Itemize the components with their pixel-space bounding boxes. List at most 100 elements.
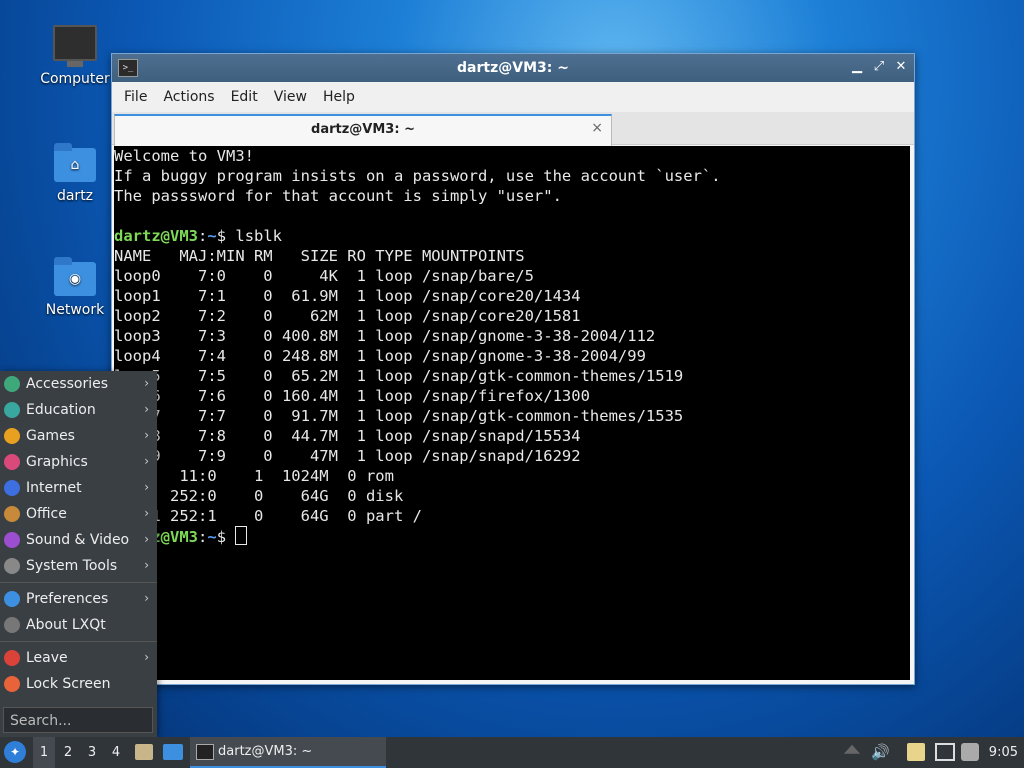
menu-item-label: Lock Screen bbox=[26, 676, 111, 692]
desktop-icon-network[interactable]: ◉ Network bbox=[35, 257, 115, 318]
menu-item-leave[interactable]: Leave › bbox=[0, 645, 157, 671]
menu-separator bbox=[0, 641, 157, 642]
taskbar-app-label: dartz@VM3: ~ bbox=[218, 744, 313, 759]
menu-item-internet[interactable]: Internet › bbox=[0, 475, 157, 501]
menu-item-lock-screen[interactable]: Lock Screen bbox=[0, 671, 157, 697]
clock[interactable]: 9:05 bbox=[989, 745, 1018, 760]
prompt-path: ~ bbox=[207, 528, 217, 546]
menu-item-label: Graphics bbox=[26, 454, 88, 470]
prompt-end: $ bbox=[216, 227, 236, 245]
workspace-3[interactable]: 3 bbox=[81, 737, 103, 768]
lsblk-row: l 5 7:5 0 65.2M 1 loop /snap/gtk-common-… bbox=[114, 367, 684, 385]
internet-icon bbox=[4, 480, 20, 496]
show-desktop-icon[interactable] bbox=[163, 744, 183, 760]
lsblk-row: 8 7:8 0 44.7M 1 loop /snap/snapd/15534 bbox=[114, 427, 581, 445]
network-icon[interactable] bbox=[935, 743, 955, 761]
workspace-2[interactable]: 2 bbox=[57, 737, 79, 768]
tab-terminal[interactable]: dartz@VM3: ~ × bbox=[114, 114, 612, 146]
prompt-line: dartz@VM3:~$ bbox=[114, 526, 910, 546]
chevron-right-icon: › bbox=[144, 454, 149, 468]
games-icon bbox=[4, 428, 20, 444]
menu-item-accessories[interactable]: Accessories › bbox=[0, 371, 157, 397]
menu-help[interactable]: Help bbox=[315, 89, 363, 105]
file-manager-icon[interactable] bbox=[135, 744, 153, 760]
lsblk-row: 6 7:6 0 160.4M 1 loop /snap/firefox/1300 bbox=[114, 387, 590, 405]
menu-item-office[interactable]: Office › bbox=[0, 501, 157, 527]
menu-actions[interactable]: Actions bbox=[155, 89, 222, 105]
volume-icon[interactable]: 🔊 bbox=[871, 743, 890, 761]
minimize-icon[interactable]: ▁ bbox=[850, 58, 864, 76]
menu-file[interactable]: File bbox=[116, 89, 155, 105]
leave-icon bbox=[4, 650, 20, 666]
tab-label: dartz@VM3: ~ bbox=[311, 122, 415, 137]
menu-item-label: Office bbox=[26, 506, 67, 522]
lock-screen-icon bbox=[4, 676, 20, 692]
home-folder-icon: ⌂ bbox=[54, 143, 96, 182]
menu-item-label: Internet bbox=[26, 480, 82, 496]
prompt-end: $ bbox=[216, 528, 236, 546]
accessories-icon bbox=[4, 376, 20, 392]
desktop-icon-computer[interactable]: Computer bbox=[35, 25, 115, 87]
prompt-user: dartz@VM3 bbox=[114, 227, 198, 245]
command-text: lsblk bbox=[235, 227, 283, 245]
menu-view[interactable]: View bbox=[266, 89, 315, 105]
terminal-window: >_ dartz@VM3: ~ ▁ ⤢ ✕ File Actions Edit … bbox=[111, 53, 915, 685]
prompt-path: ~ bbox=[207, 227, 217, 245]
lsblk-row: loop1 7:1 0 61.9M 1 loop /snap/core20/14… bbox=[114, 287, 581, 305]
chevron-right-icon: › bbox=[144, 506, 149, 520]
menu-search-input[interactable]: Search... bbox=[3, 707, 153, 733]
menu-item-label: Education bbox=[26, 402, 96, 418]
taskbar-app-terminal[interactable]: dartz@VM3: ~ bbox=[190, 737, 386, 768]
terminal-cursor bbox=[235, 526, 248, 545]
start-menu-button[interactable]: ✦ bbox=[4, 741, 26, 763]
desktop-icon-label: Network bbox=[45, 302, 105, 318]
chevron-right-icon: › bbox=[144, 376, 149, 390]
computer-icon bbox=[53, 25, 97, 67]
chevron-right-icon: › bbox=[144, 650, 149, 664]
tab-close-icon[interactable]: × bbox=[591, 120, 603, 136]
eject-icon[interactable] bbox=[843, 744, 861, 754]
tab-bar: dartz@VM3: ~ × bbox=[112, 112, 914, 146]
clipboard-icon[interactable] bbox=[907, 743, 925, 761]
close-icon[interactable]: ✕ bbox=[894, 58, 908, 76]
lsblk-row: a1 252:1 0 64G 0 part / bbox=[114, 507, 422, 525]
sound-video-icon bbox=[4, 532, 20, 548]
graphics-icon bbox=[4, 454, 20, 470]
menu-item-about-lxqt[interactable]: About LXQt bbox=[0, 612, 157, 638]
terminal-icon bbox=[196, 744, 214, 760]
menu-item-education[interactable]: Education › bbox=[0, 397, 157, 423]
network-folder-icon: ◉ bbox=[54, 257, 96, 296]
lsblk-row: 11:0 1 1024M 0 rom bbox=[114, 467, 394, 485]
desktop-icon-dartz[interactable]: ⌂ dartz bbox=[35, 143, 115, 204]
workspace-1[interactable]: 1 bbox=[33, 737, 55, 768]
menu-item-preferences[interactable]: Preferences › bbox=[0, 586, 157, 612]
chevron-right-icon: › bbox=[144, 402, 149, 416]
notification-icon[interactable] bbox=[961, 743, 979, 761]
menu-item-system-tools[interactable]: System Tools › bbox=[0, 553, 157, 579]
window-titlebar[interactable]: >_ dartz@VM3: ~ ▁ ⤢ ✕ bbox=[112, 54, 914, 82]
menu-item-label: Accessories bbox=[26, 376, 109, 392]
chevron-right-icon: › bbox=[144, 480, 149, 494]
workspace-4[interactable]: 4 bbox=[105, 737, 127, 768]
start-menu: Accessories › Education › Games › Graphics › Int… bbox=[0, 371, 157, 737]
preferences-icon bbox=[4, 591, 20, 607]
menu-item-label: Leave bbox=[26, 650, 68, 666]
window-title: dartz@VM3: ~ bbox=[457, 60, 569, 76]
prompt-sep: : bbox=[198, 528, 208, 546]
taskbar: ✦ 1 2 3 4 dartz@VM3: ~ 🔊 9:05 bbox=[0, 737, 1024, 768]
chevron-right-icon: › bbox=[144, 532, 149, 546]
menu-item-graphics[interactable]: Graphics › bbox=[0, 449, 157, 475]
menu-item-games[interactable]: Games › bbox=[0, 423, 157, 449]
terminal-line: Welcome to VM3! bbox=[114, 147, 254, 165]
lsblk-row: 9 7:9 0 47M 1 loop /snap/snapd/16292 bbox=[114, 447, 581, 465]
menu-item-label: Preferences bbox=[26, 591, 109, 607]
chevron-right-icon: › bbox=[144, 428, 149, 442]
menu-item-label: System Tools bbox=[26, 558, 118, 574]
lsblk-row: loop3 7:3 0 400.8M 1 loop /snap/gnome-3-… bbox=[114, 327, 656, 345]
terminal-output[interactable]: Welcome to VM3! If a buggy program insis… bbox=[114, 146, 910, 680]
maximize-icon[interactable]: ⤢ bbox=[872, 58, 886, 76]
menu-item-sound-video[interactable]: Sound & Video › bbox=[0, 527, 157, 553]
about-lxqt-icon bbox=[4, 617, 20, 633]
education-icon bbox=[4, 402, 20, 418]
menu-edit[interactable]: Edit bbox=[223, 89, 266, 105]
